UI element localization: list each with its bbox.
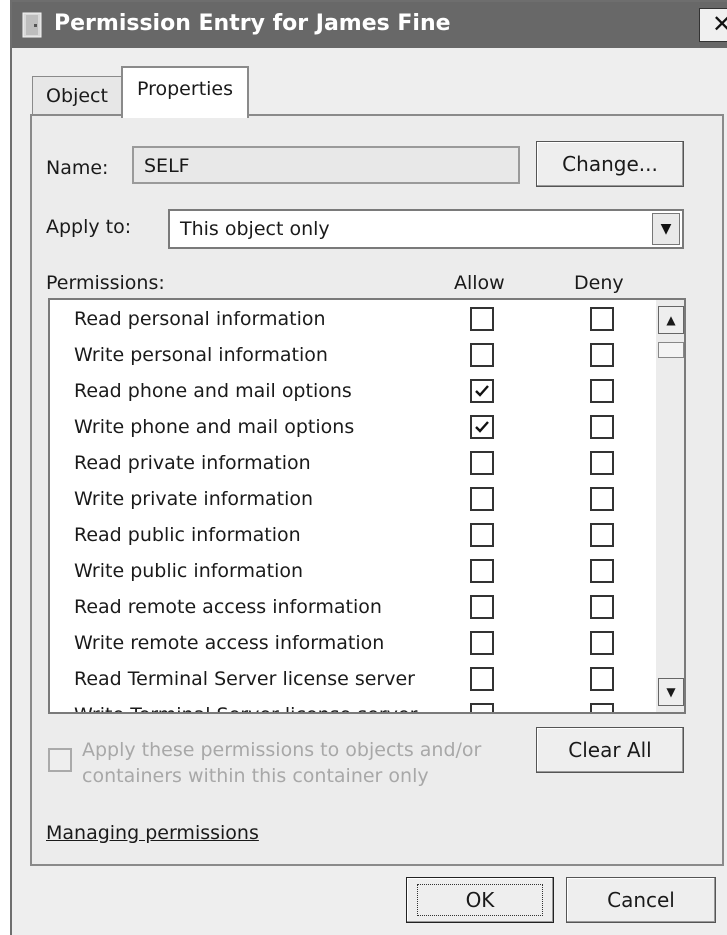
cancel-button[interactable]: Cancel	[566, 877, 716, 923]
allow-checkbox[interactable]	[470, 415, 494, 439]
allow-checkbox[interactable]	[470, 523, 494, 547]
deny-checkbox[interactable]	[590, 703, 614, 712]
allow-checkbox[interactable]	[470, 667, 494, 691]
permission-row: Read remote access information	[50, 590, 650, 626]
allow-checkbox[interactable]	[470, 379, 494, 403]
permission-row: Write private information	[50, 482, 650, 518]
deny-checkbox[interactable]	[590, 307, 614, 331]
permission-name: Read phone and mail options	[74, 380, 352, 402]
ok-button[interactable]: OK	[406, 877, 554, 923]
deny-checkbox[interactable]	[590, 523, 614, 547]
apply-to-select[interactable]: This object only ▼	[168, 209, 684, 249]
allow-checkbox[interactable]	[470, 307, 494, 331]
allow-checkbox[interactable]	[470, 487, 494, 511]
apply-to-label: Apply to:	[46, 216, 132, 238]
deny-checkbox[interactable]	[590, 379, 614, 403]
apply-inherit-label: Apply these permissions to objects and/o…	[82, 739, 482, 787]
scroll-thumb[interactable]	[658, 342, 684, 358]
chevron-down-icon[interactable]: ▼	[652, 213, 680, 245]
deny-checkbox[interactable]	[590, 631, 614, 655]
allow-checkbox[interactable]	[470, 559, 494, 583]
permission-row: Read phone and mail options	[50, 374, 650, 410]
deny-column-header: Deny	[574, 272, 624, 294]
deny-checkbox[interactable]	[590, 487, 614, 511]
permission-row: Write public information	[50, 554, 650, 590]
change-button[interactable]: Change...	[536, 141, 684, 187]
permissions-label: Permissions:	[46, 272, 165, 294]
checkmark-icon	[475, 385, 489, 397]
apply-to-value: This object only	[180, 218, 330, 240]
permissions-scrollbar[interactable]: ▲ ▼	[656, 300, 684, 712]
deny-checkbox[interactable]	[590, 667, 614, 691]
permission-name: Write personal information	[74, 344, 328, 366]
deny-checkbox[interactable]	[590, 343, 614, 367]
panel-content: Name: SELF Change... Apply to: This obje…	[0, 0, 727, 935]
allow-checkbox[interactable]	[470, 451, 494, 475]
permission-name: Read Terminal Server license server	[74, 668, 415, 690]
permission-row: Read public information	[50, 518, 650, 554]
permission-name: Read remote access information	[74, 596, 382, 618]
clear-all-button[interactable]: Clear All	[536, 727, 684, 773]
managing-permissions-link[interactable]: Managing permissions	[46, 822, 259, 844]
permission-name: Write public information	[74, 560, 304, 582]
permission-row: Write personal information	[50, 338, 650, 374]
deny-checkbox[interactable]	[590, 559, 614, 583]
permission-row: Write remote access information	[50, 626, 650, 662]
checkmark-icon	[475, 421, 489, 433]
permission-row: Read private information	[50, 446, 650, 482]
allow-checkbox[interactable]	[470, 703, 494, 712]
permission-name: Write private information	[74, 488, 314, 510]
permission-row: Read personal information	[50, 302, 650, 338]
allow-checkbox[interactable]	[470, 631, 494, 655]
permission-name: Read private information	[74, 452, 311, 474]
apply-inherit-checkbox[interactable]	[48, 748, 72, 772]
name-label: Name:	[46, 157, 109, 179]
deny-checkbox[interactable]	[590, 451, 614, 475]
allow-checkbox[interactable]	[470, 595, 494, 619]
permissions-list[interactable]: Read personal information Write personal …	[48, 298, 686, 714]
deny-checkbox[interactable]	[590, 415, 614, 439]
permission-name: Read personal information	[74, 308, 326, 330]
permission-row: Write Terminal Server license server	[50, 698, 650, 712]
permission-row: Read Terminal Server license server	[50, 662, 650, 698]
permission-name: Write phone and mail options	[74, 416, 355, 438]
allow-checkbox[interactable]	[470, 343, 494, 367]
permission-row: Write phone and mail options	[50, 410, 650, 446]
permission-name: Read public information	[74, 524, 301, 546]
ok-button-label: OK	[416, 884, 544, 916]
name-field: SELF	[132, 146, 520, 184]
allow-column-header: Allow	[454, 272, 505, 294]
arrow-down-icon[interactable]: ▼	[658, 678, 684, 706]
deny-checkbox[interactable]	[590, 595, 614, 619]
permission-name: Write Terminal Server license server	[74, 704, 417, 712]
arrow-up-icon[interactable]: ▲	[658, 306, 684, 334]
permission-name: Write remote access information	[74, 632, 385, 654]
